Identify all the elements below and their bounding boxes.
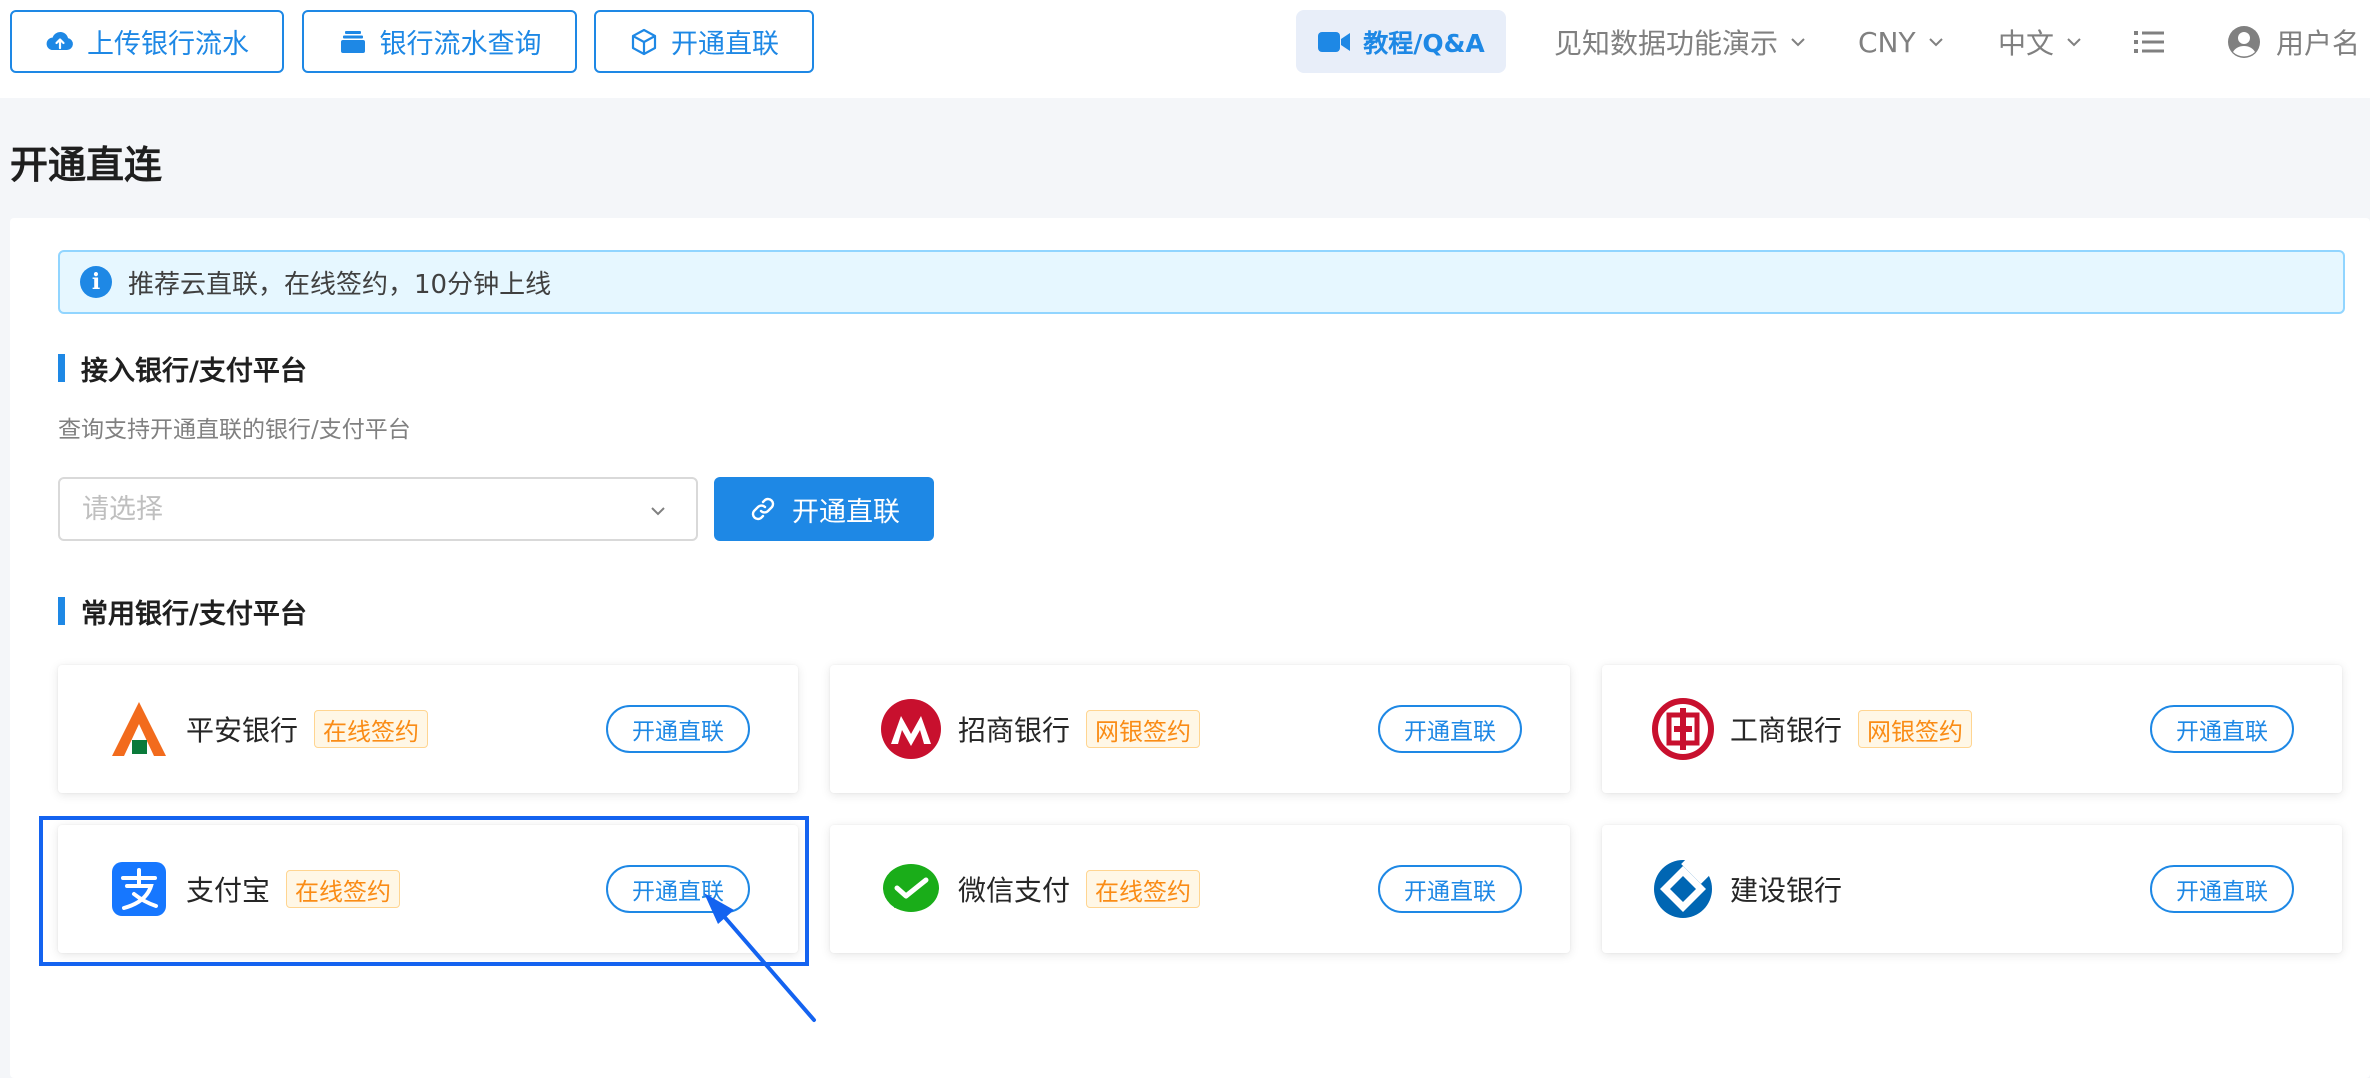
demo-dropdown-label: 见知数据功能演示 [1554,27,1779,60]
language-dropdown[interactable]: 中文 [1998,18,2084,66]
section-accent-bar [58,354,65,382]
section-accent-bar [58,597,65,625]
bank-card-icbc: 工商银行 网银签约 开通直联 [1602,665,2342,793]
chevron-down-icon [1791,38,1805,47]
cube-icon [631,28,657,55]
alipay-logo-icon [112,862,166,916]
pingan-logo-icon [112,702,166,756]
bank-platform-select-input[interactable] [82,493,602,525]
sign-type-tag: 网银签约 [1086,710,1200,748]
bank-card-wechat-pay: 微信支付 在线签约 开通直联 [830,825,1570,953]
bank-name: 微信支付 [958,874,1071,907]
link-icon [751,497,775,521]
sign-type-tag: 在线签约 [314,710,428,748]
connect-direct-button[interactable]: 开通直联 [606,705,750,753]
bank-name: 工商银行 [1730,714,1843,747]
stack-icon [340,30,365,53]
demo-dropdown[interactable]: 见知数据功能演示 [1554,18,1808,66]
currency-dropdown[interactable]: CNY [1858,18,1946,66]
bank-card-alipay: 支付宝 在线签约 开通直联 [58,825,798,953]
user-menu[interactable]: 用户名 [2226,18,2360,66]
common-section-title: 常用银行/支付平台 [58,596,307,630]
connect-direct-button[interactable]: 开通直联 [2150,865,2294,913]
connect-direct-top-label: 开通直联 [671,29,779,60]
common-section-title-text: 常用银行/支付平台 [81,598,307,630]
bank-card-cmb: 招商银行 网银签约 开通直联 [830,665,1570,793]
language-dropdown-label: 中文 [1998,27,2055,60]
cmb-logo-icon [881,699,941,759]
connect-direct-button[interactable]: 开通直联 [1378,705,1522,753]
sign-type-tag: 在线签约 [286,870,400,908]
statement-query-label: 银行流水查询 [379,29,542,60]
connect-direct-primary-button[interactable]: 开通直联 [714,477,934,541]
video-camera-icon [1318,31,1351,52]
upload-statement-label: 上传银行流水 [87,29,249,60]
currency-dropdown-label: CNY [1858,25,1916,59]
bank-card-ccb: 建设银行 开通直联 [1602,825,2342,953]
top-bar: 上传银行流水 银行流水查询 开通直联 教程/Q&A 见知数据功能演示 CNY 中… [0,0,2370,98]
tutorial-qa-label: 教程/Q&A [1363,28,1485,58]
connect-direct-top-button[interactable]: 开通直联 [594,10,814,73]
chevron-down-icon [2067,38,2081,47]
bank-name: 招商银行 [958,714,1071,747]
upload-statement-button[interactable]: 上传银行流水 [10,10,284,73]
sign-type-tag: 在线签约 [1086,870,1200,908]
connect-direct-button[interactable]: 开通直联 [1378,865,1522,913]
connect-direct-button[interactable]: 开通直联 [2150,705,2294,753]
icbc-logo-icon [1652,698,1714,760]
chevron-down-icon [651,507,665,516]
info-alert: i 推荐云直联，在线签约，10分钟上线 [58,250,2345,314]
statement-query-button[interactable]: 银行流水查询 [302,10,577,73]
connect-direct-button[interactable]: 开通直联 [606,865,750,913]
cloud-upload-icon [46,31,73,50]
username-label: 用户名 [2276,27,2361,60]
connect-direct-primary-label: 开通直联 [792,496,900,528]
ccb-logo-icon [1654,858,1712,918]
bank-platform-select[interactable] [58,477,698,541]
bank-name: 建设银行 [1730,874,1843,907]
bank-name: 支付宝 [186,874,271,907]
wechat-pay-logo-icon [883,864,939,912]
access-section-title: 接入银行/支付平台 [58,353,307,387]
access-section-description: 查询支持开通直联的银行/支付平台 [58,417,411,443]
chevron-down-icon [1928,38,1943,47]
user-avatar-icon [2228,26,2260,58]
info-icon: i [80,266,112,298]
info-alert-text: 推荐云直联，在线签约，10分钟上线 [128,269,552,300]
bank-name: 平安银行 [186,714,299,747]
access-section-title-text: 接入银行/支付平台 [81,355,307,387]
tutorial-qa-button[interactable]: 教程/Q&A [1296,10,1506,73]
page-title: 开通直连 [10,143,163,187]
list-menu-icon[interactable] [2132,28,2166,56]
bank-card-pingan: 平安银行 在线签约 开通直联 [58,665,798,793]
sign-type-tag: 网银签约 [1858,710,1972,748]
